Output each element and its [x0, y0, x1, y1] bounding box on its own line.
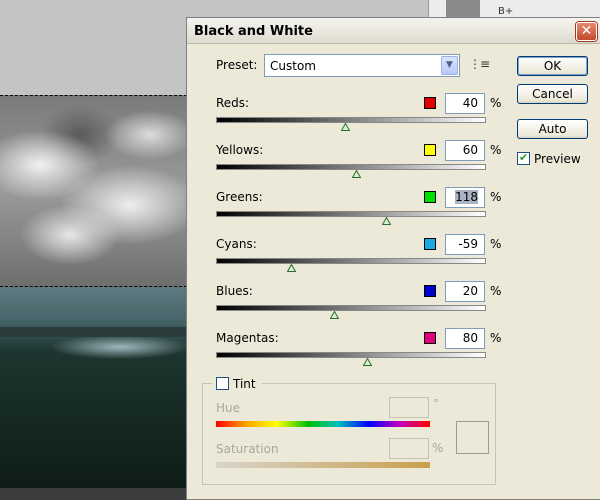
blues-slider-thumb[interactable]	[330, 311, 340, 319]
auto-button[interactable]: Auto	[517, 119, 588, 139]
hue-degree-unit: °	[433, 397, 439, 410]
reds-label: Reds:	[216, 96, 250, 110]
saturation-label: Saturation	[216, 442, 279, 456]
chevron-down-icon[interactable]: ▼	[441, 56, 458, 75]
yellows-slider-thumb[interactable]	[351, 170, 361, 178]
preview-checkbox[interactable]: ✔	[517, 151, 530, 165]
dialog-title: Black and White	[194, 24, 313, 39]
reds-value-input[interactable]: 40	[445, 93, 485, 114]
cancel-button[interactable]: Cancel	[517, 84, 588, 104]
hue-spectrum-bar[interactable]	[216, 421, 430, 427]
yellows-value-input[interactable]: 60	[445, 140, 485, 161]
blues-label: Blues:	[216, 284, 253, 298]
dialog-titlebar[interactable]: Black and White ✕	[187, 18, 600, 44]
cyans-slider-thumb[interactable]	[287, 264, 297, 272]
close-button[interactable]: ✕	[576, 22, 597, 41]
greens-value-input[interactable]: 118	[445, 187, 485, 208]
bridge	[0, 327, 187, 337]
ok-button[interactable]: OK	[517, 56, 588, 76]
saturation-percent: %	[432, 441, 444, 455]
tint-group	[202, 383, 496, 485]
greens-value-selected: 118	[455, 190, 478, 204]
tint-checkbox[interactable]	[216, 377, 229, 390]
greens-percent: %	[490, 190, 502, 204]
reds-percent: %	[490, 96, 502, 110]
preset-value: Custom	[270, 59, 316, 73]
reds-swatch	[424, 97, 436, 109]
greens-slider-thumb[interactable]	[381, 217, 391, 225]
yellows-percent: %	[490, 143, 502, 157]
panel-tab	[446, 0, 480, 18]
tint-label: Tint	[233, 377, 256, 391]
magentas-percent: %	[490, 331, 502, 345]
magentas-slider-thumb[interactable]	[362, 358, 372, 366]
magentas-slider-track[interactable]	[216, 352, 486, 358]
cyans-label: Cyans:	[216, 237, 257, 251]
saturation-input[interactable]	[389, 438, 429, 459]
yellows-swatch	[424, 144, 436, 156]
black-and-white-dialog: Black and White ✕ Preset: Custom ▼ ⋮≡ OK…	[186, 17, 600, 500]
greens-label: Greens:	[216, 190, 263, 204]
cyans-slider-track[interactable]	[216, 258, 486, 264]
tint-color-swatch[interactable]	[456, 421, 489, 454]
landscape-region	[0, 287, 187, 500]
preset-options-icon[interactable]: ⋮≡	[469, 57, 490, 71]
hue-label: Hue	[216, 401, 241, 415]
saturation-bar[interactable]	[216, 462, 430, 468]
magentas-swatch	[424, 332, 436, 344]
reds-slider-track[interactable]	[216, 117, 486, 123]
cyans-percent: %	[490, 237, 502, 251]
hue-input[interactable]	[389, 397, 429, 418]
document-image	[0, 95, 187, 500]
cyans-value-input[interactable]: -59	[445, 234, 485, 255]
greens-swatch	[424, 191, 436, 203]
panel-text: B+	[498, 6, 514, 17]
preset-label: Preset:	[216, 58, 258, 72]
checkmark-icon: ✔	[519, 151, 529, 164]
preview-label: Preview	[534, 152, 581, 166]
preset-dropdown[interactable]: Custom ▼	[264, 54, 460, 77]
magentas-value-input[interactable]: 80	[445, 328, 485, 349]
blues-value-input[interactable]: 20	[445, 281, 485, 302]
yellows-label: Yellows:	[216, 143, 264, 157]
magentas-label: Magentas:	[216, 331, 279, 345]
close-icon: ✕	[580, 23, 593, 39]
selection-marquee	[0, 95, 187, 287]
greens-slider-track[interactable]	[216, 211, 486, 217]
blues-slider-track[interactable]	[216, 305, 486, 311]
blues-percent: %	[490, 284, 502, 298]
reds-slider-thumb[interactable]	[341, 123, 351, 131]
blues-swatch	[424, 285, 436, 297]
cyans-swatch	[424, 238, 436, 250]
